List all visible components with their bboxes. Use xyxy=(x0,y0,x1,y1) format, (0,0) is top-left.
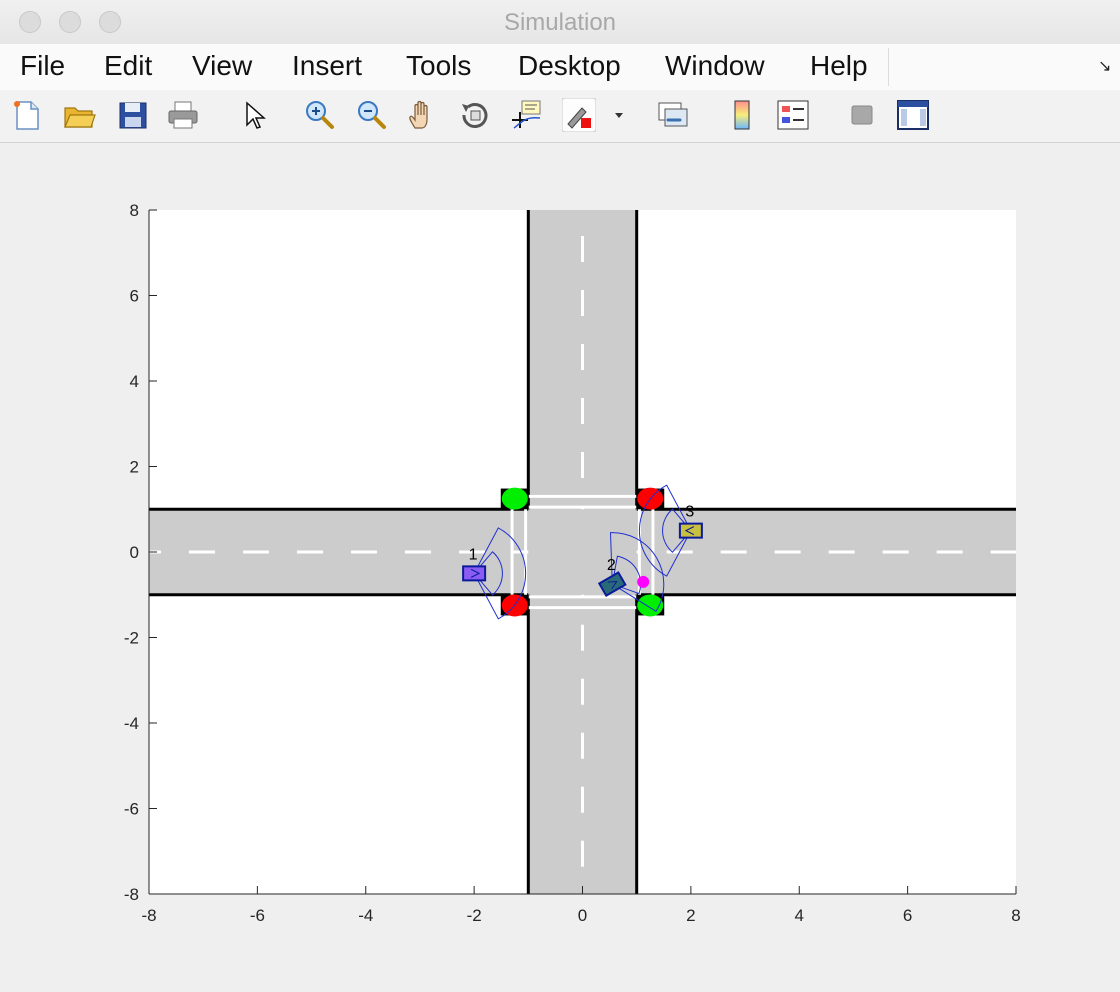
menu-tools[interactable]: Tools xyxy=(406,50,471,82)
rotate-3d-icon[interactable] xyxy=(458,98,492,132)
new-figure-icon[interactable] xyxy=(10,98,44,132)
dock-arrow-icon[interactable]: ↘ xyxy=(1098,56,1111,76)
window-titlebar: Simulation xyxy=(0,0,1120,45)
open-file-icon[interactable] xyxy=(62,98,96,132)
hide-plot-tools-icon[interactable] xyxy=(846,98,880,132)
figure-toolbar xyxy=(0,90,1120,143)
brush-dropdown-icon[interactable] xyxy=(606,98,632,132)
select-pointer-icon[interactable] xyxy=(238,98,272,132)
menu-help[interactable]: Help xyxy=(810,50,868,82)
menu-separator xyxy=(888,48,889,86)
print-icon[interactable] xyxy=(166,98,200,132)
show-plot-tools-icon[interactable] xyxy=(896,98,930,132)
pan-hand-icon[interactable] xyxy=(406,98,440,132)
zoom-out-icon[interactable] xyxy=(354,98,388,132)
link-plot-icon[interactable] xyxy=(656,98,690,132)
colorbar-icon[interactable] xyxy=(726,98,760,132)
menu-window[interactable]: Window xyxy=(665,50,765,82)
data-cursor-icon[interactable] xyxy=(510,98,544,132)
menu-desktop[interactable]: Desktop xyxy=(518,50,621,82)
brush-icon[interactable] xyxy=(562,98,596,132)
window-title: Simulation xyxy=(503,9,617,36)
zoom-in-icon[interactable] xyxy=(302,98,336,132)
menu-view[interactable]: View xyxy=(192,50,252,82)
menu-insert[interactable]: Insert xyxy=(292,50,362,82)
menu-edit[interactable]: Edit xyxy=(104,50,152,82)
menu-bar: File Edit View Insert Tools Desktop Wind… xyxy=(0,44,1120,91)
save-icon[interactable] xyxy=(116,98,150,132)
menu-file[interactable]: File xyxy=(20,50,65,82)
figure-canvas-area xyxy=(0,143,1120,992)
legend-icon[interactable] xyxy=(776,98,810,132)
